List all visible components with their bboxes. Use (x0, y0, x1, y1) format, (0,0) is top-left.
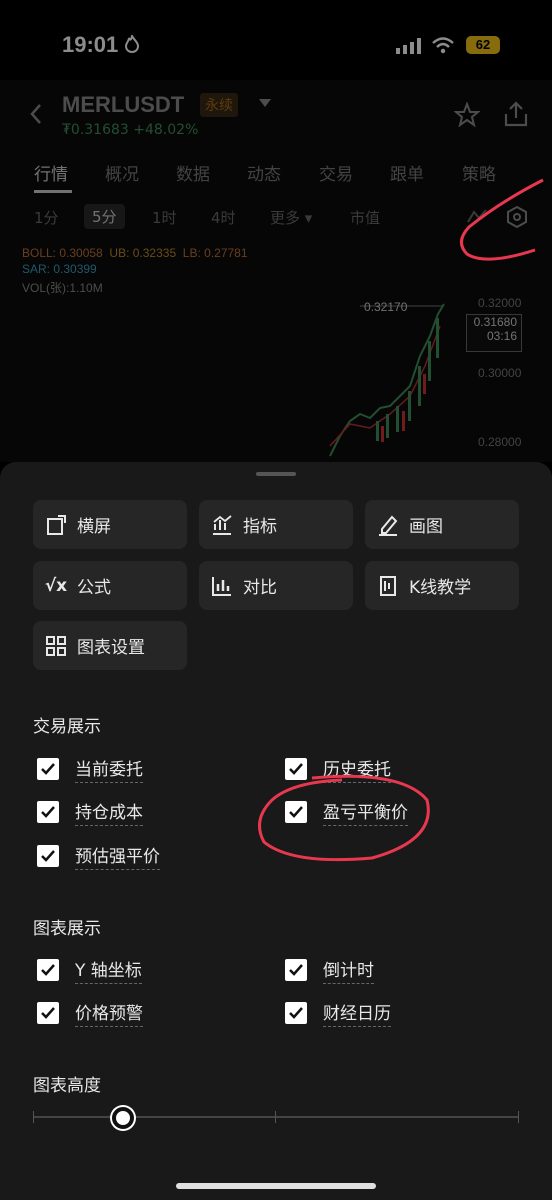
indicator-icon (211, 514, 233, 536)
annotation-stroke (460, 178, 544, 261)
chart-settings-button[interactable]: 图表设置 (33, 621, 187, 670)
annotation-circle (258, 774, 430, 862)
trade-display-title: 交易展示 (33, 717, 101, 737)
book-icon (377, 575, 399, 597)
checkbox-liquidation-price[interactable]: 预估强平价 (37, 842, 160, 870)
checkbox-y-axis[interactable]: Y 轴坐标 (37, 956, 142, 984)
rotate-icon (45, 514, 67, 536)
checkmark-icon (37, 1002, 59, 1024)
checkbox-economic-calendar[interactable]: 财经日历 (285, 999, 391, 1027)
checkbox-open-orders[interactable]: 当前委托 (37, 755, 143, 783)
checkbox-countdown[interactable]: 倒计时 (285, 956, 374, 984)
checkbox-price-alert[interactable]: 价格预警 (37, 999, 143, 1027)
checkbox-position-cost[interactable]: 持仓成本 (37, 798, 143, 826)
slider-tick (33, 1111, 34, 1123)
bar-chart-icon (211, 575, 233, 597)
chart-height-slider-thumb[interactable] (112, 1107, 134, 1129)
chart-height-title: 图表高度 (33, 1076, 101, 1096)
chart-height-slider-track[interactable] (33, 1116, 519, 1118)
draw-button[interactable]: 画图 (365, 500, 519, 549)
checkmark-icon (37, 845, 59, 867)
checkmark-icon (285, 1002, 307, 1024)
landscape-button[interactable]: 横屏 (33, 500, 187, 549)
slider-tick (275, 1111, 276, 1123)
sqrt-x-icon: √x (44, 575, 68, 596)
checkmark-icon (285, 959, 307, 981)
chart-display-title: 图表展示 (33, 919, 101, 939)
pen-icon (377, 514, 399, 536)
compare-button[interactable]: 对比 (199, 561, 353, 610)
checkmark-icon (37, 758, 59, 780)
sheet-drag-handle[interactable] (256, 472, 296, 476)
home-indicator[interactable] (176, 1183, 376, 1189)
slider-tick (518, 1111, 519, 1123)
indicator-button[interactable]: 指标 (199, 500, 353, 549)
grid-icon (45, 635, 67, 657)
checkmark-icon (37, 801, 59, 823)
checkmark-icon (37, 959, 59, 981)
formula-button[interactable]: √x 公式 (33, 561, 187, 610)
kline-tutorial-button[interactable]: K线教学 (365, 561, 519, 610)
